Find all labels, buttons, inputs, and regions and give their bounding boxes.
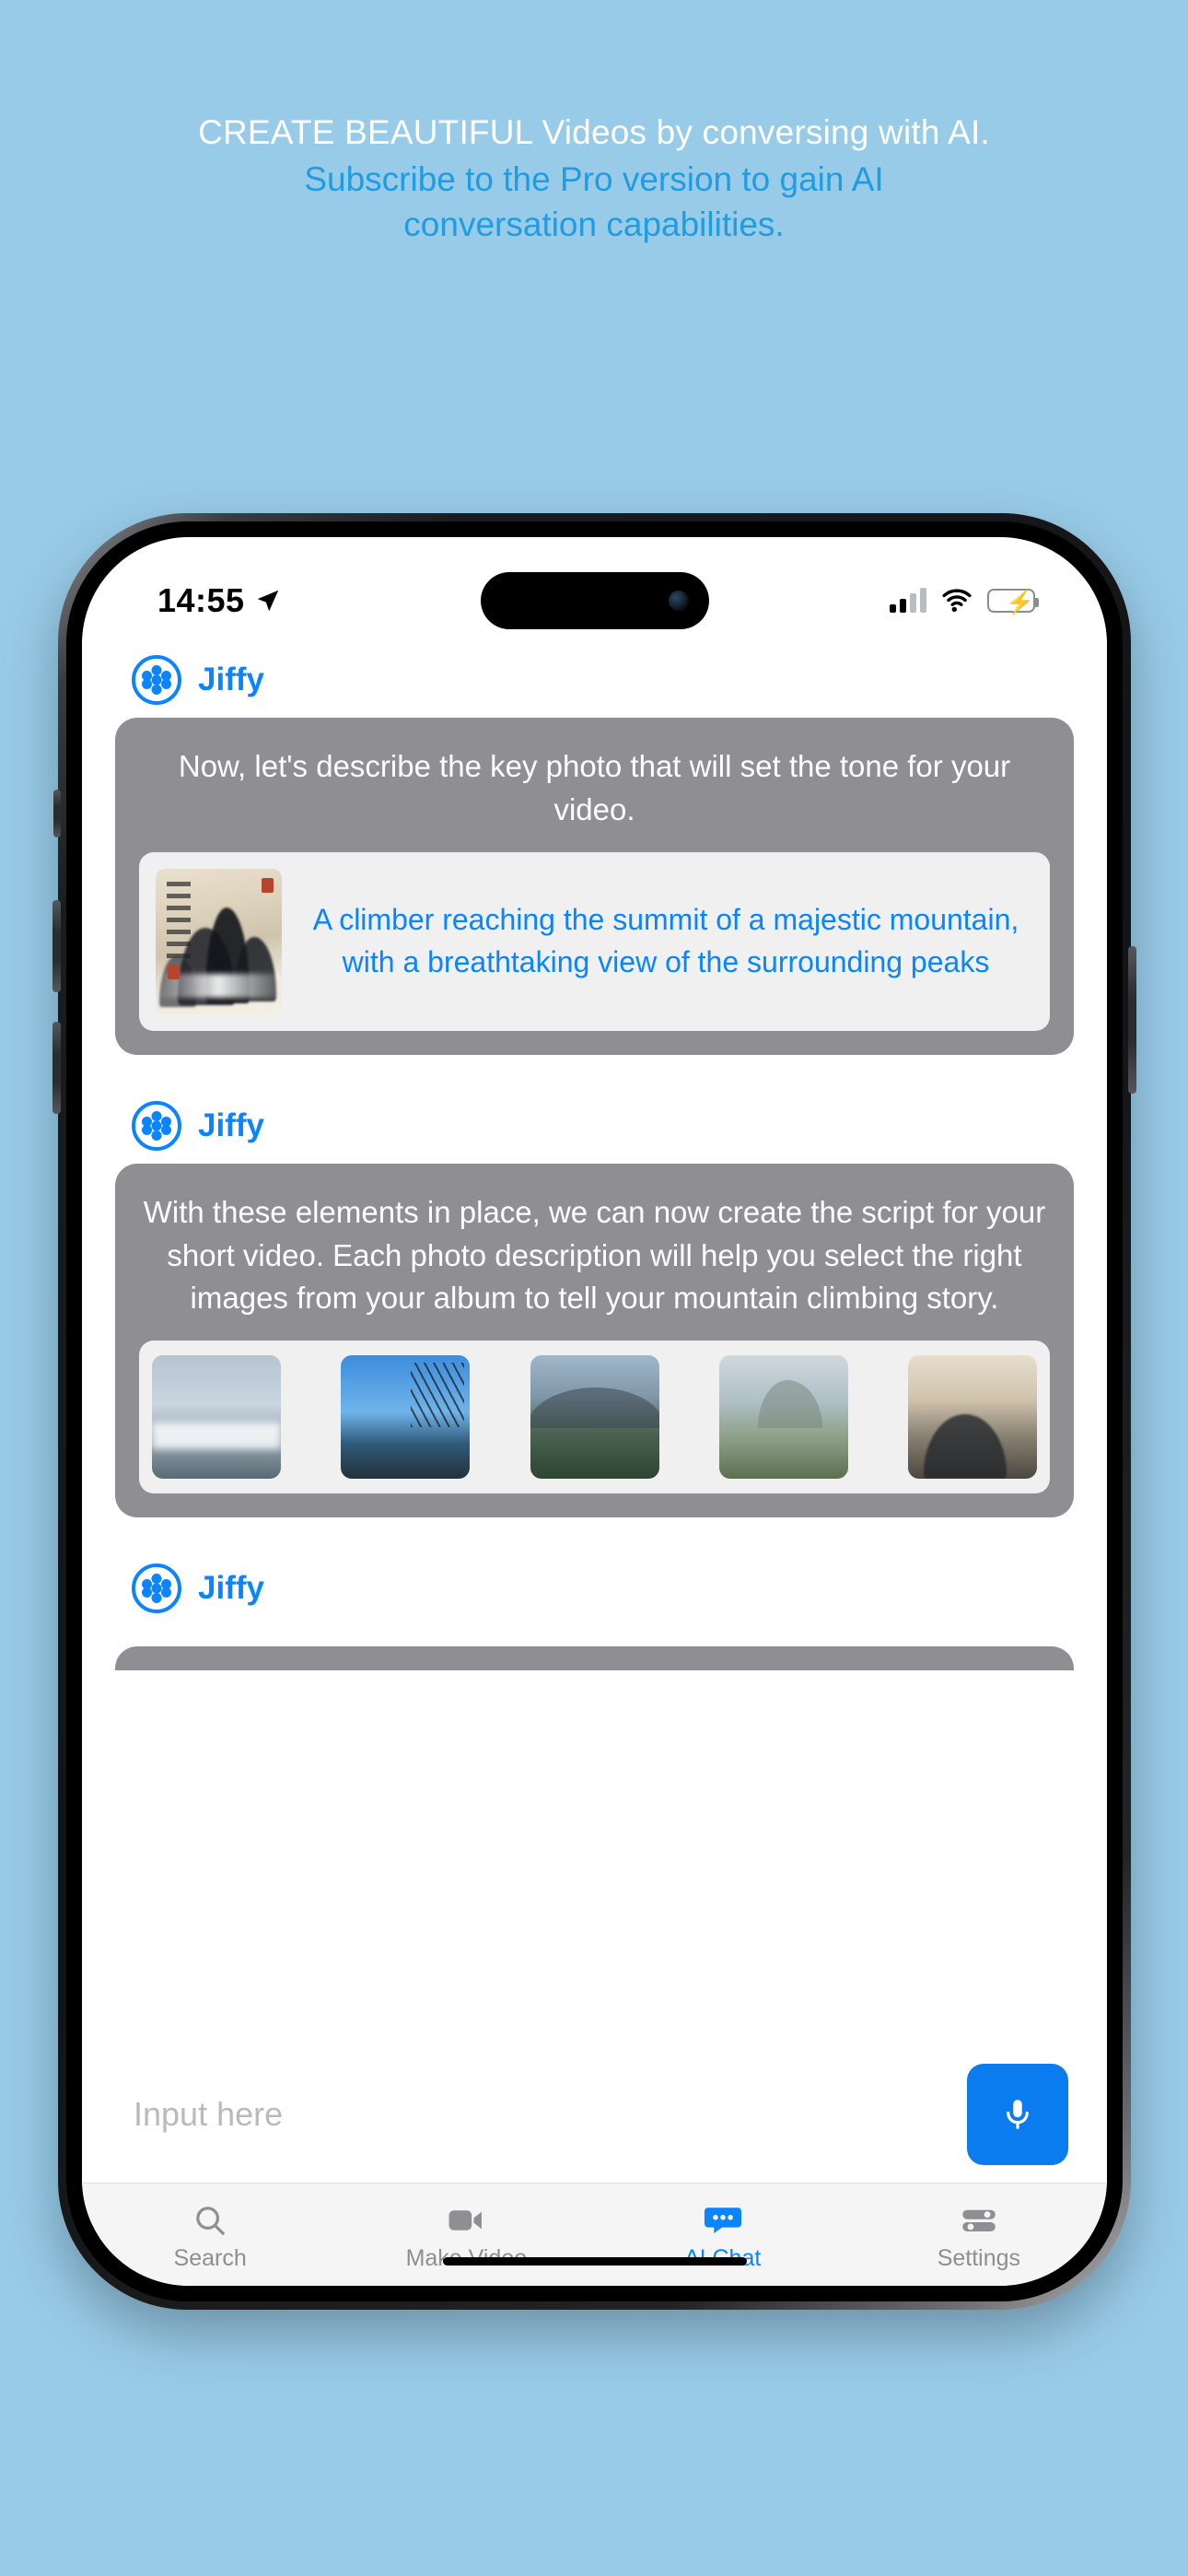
phone-screen: 14:55 ⚡ Jiffy Now, let's describe the ke…	[82, 537, 1107, 2286]
jiffy-flower-logo-icon	[132, 655, 181, 705]
promo-headline: CREATE BEAUTIFUL Videos by conversing wi…	[198, 113, 990, 151]
promo-header: CREATE BEAUTIFUL Videos by conversing wi…	[0, 111, 1188, 247]
photo-description-text: A climber reaching the summit of a majes…	[312, 903, 1019, 978]
home-indicator[interactable]	[442, 2257, 747, 2266]
chat-scroll-area[interactable]: Jiffy Now, let's describe the key photo …	[82, 640, 1107, 2094]
cellular-signal-icon	[890, 588, 926, 613]
message-sender-header: Jiffy	[115, 1549, 1074, 1626]
photo-thumbnail[interactable]	[718, 1355, 848, 1480]
volume-down-button[interactable]	[52, 1022, 61, 1114]
key-photo-thumbnail[interactable]	[156, 868, 282, 1014]
tab-make-video[interactable]: Make Video	[338, 2184, 594, 2286]
tab-settings[interactable]: Settings	[851, 2184, 1107, 2286]
status-time-group: 14:55	[157, 581, 282, 620]
photo-thumbnail[interactable]	[341, 1355, 471, 1480]
message-bubble: With these elements in place, we can now…	[115, 1163, 1074, 1518]
sender-name: Jiffy	[198, 1570, 264, 1607]
volume-up-button[interactable]	[52, 900, 61, 992]
message-bubble-partial	[115, 1646, 1074, 1671]
promo-subheadline: Subscribe to the Pro version to gain AI …	[304, 159, 884, 243]
bottom-tab-bar: Search Make Video	[82, 2183, 1107, 2286]
voice-input-button[interactable]	[967, 2063, 1068, 2165]
battery-charging-icon: ⚡	[987, 589, 1039, 615]
tab-search[interactable]: Search	[82, 2184, 338, 2286]
message-sender-header: Jiffy	[115, 640, 1074, 718]
photo-thumbnail[interactable]	[530, 1355, 659, 1480]
jiffy-flower-logo-icon	[132, 1100, 181, 1151]
photo-suggestion-strip[interactable]	[139, 1341, 1050, 1494]
location-arrow-icon	[257, 590, 278, 612]
chat-bubble-icon	[701, 2202, 745, 2239]
message-input[interactable]: Input here	[134, 2095, 945, 2134]
jiffy-flower-logo-icon	[132, 1563, 181, 1614]
sender-name: Jiffy	[198, 662, 264, 697]
silent-switch[interactable]	[53, 790, 61, 837]
tab-label: Settings	[937, 2244, 1021, 2271]
sender-name: Jiffy	[198, 1107, 264, 1143]
search-icon	[188, 2202, 232, 2239]
front-camera-icon	[668, 591, 689, 611]
sliders-icon	[957, 2202, 1001, 2239]
message-input-bar: Input here	[82, 2044, 1107, 2183]
tab-label: Search	[173, 2244, 247, 2271]
message-text: Now, let's describe the key photo that w…	[178, 749, 1011, 826]
status-icons: ⚡	[890, 588, 1039, 615]
photo-thumbnail[interactable]	[152, 1355, 281, 1480]
power-button[interactable]	[1128, 946, 1136, 1094]
wifi-icon	[942, 589, 972, 613]
message-bubble: Now, let's describe the key photo that w…	[115, 718, 1074, 1055]
microphone-icon	[1007, 2099, 1029, 2129]
video-camera-icon	[444, 2202, 488, 2239]
message-sender-header: Jiffy	[115, 1086, 1074, 1164]
dynamic-island	[480, 572, 709, 629]
photo-description-card[interactable]: A climber reaching the summit of a majes…	[139, 851, 1050, 1031]
message-text: With these elements in place, we can now…	[143, 1194, 1046, 1316]
status-time: 14:55	[157, 581, 245, 619]
tab-ai-chat[interactable]: AI Chat	[595, 2184, 851, 2286]
phone-mockup: 14:55 ⚡ Jiffy Now, let's describe the ke…	[52, 513, 1136, 2310]
photo-thumbnail[interactable]	[908, 1355, 1037, 1480]
